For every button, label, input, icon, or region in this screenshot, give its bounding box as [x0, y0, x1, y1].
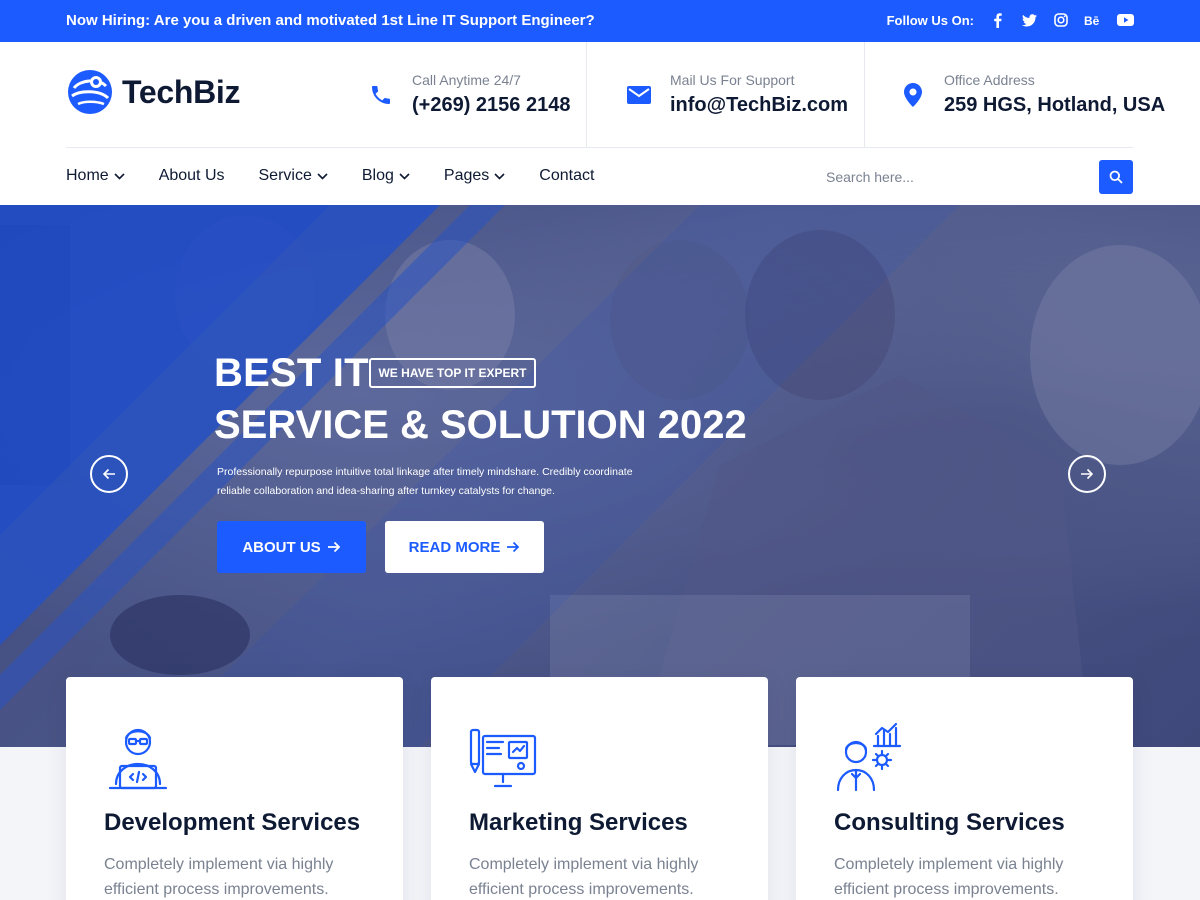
service-card-development[interactable]: Development Services Completely implemen…	[66, 677, 403, 900]
service-card-marketing[interactable]: Marketing Services Completely implement …	[431, 677, 768, 900]
behance-icon[interactable]: Bē	[1084, 11, 1102, 29]
search-button[interactable]	[1099, 160, 1133, 194]
button-label: ABOUT US	[242, 538, 321, 556]
phone-icon	[366, 80, 396, 110]
hiring-lead: Now Hiring:	[66, 12, 151, 29]
globe-logo-icon	[68, 70, 112, 114]
contact-phone[interactable]: Call Anytime 24/7 (+269) 2156 2148	[366, 42, 570, 147]
site-header: TechBiz Call Anytime 24/7 (+269) 2156 21…	[0, 42, 1200, 205]
location-icon	[898, 80, 928, 110]
contact-address[interactable]: Office Address 259 HGS, Hotland, USA	[898, 42, 1165, 147]
contact-label: Mail Us For Support	[670, 72, 795, 88]
button-label: READ MORE	[408, 538, 501, 556]
hero-title-line2: SERVICE & SOLUTION 2022	[214, 403, 747, 447]
instagram-icon[interactable]	[1052, 11, 1070, 29]
social-links: Follow Us On: Bē	[887, 11, 1134, 29]
nav-item-about-us[interactable]: About Us	[159, 167, 225, 185]
contact-label: Office Address	[944, 72, 1035, 88]
contact-label: Call Anytime 24/7	[412, 72, 521, 88]
nav-item-blog[interactable]: Blog	[362, 167, 410, 185]
chevron-down-icon	[317, 172, 328, 180]
arrow-left-icon	[102, 468, 115, 480]
service-title: Development Services	[104, 809, 361, 836]
contact-value: (+269) 2156 2148	[412, 94, 571, 116]
arrow-right-icon	[1081, 468, 1094, 480]
search-box	[826, 160, 1133, 194]
hiring-text: Are you a driven and motivated 1st Line …	[153, 12, 595, 29]
slider-next-button[interactable]	[1068, 455, 1106, 493]
header-divider	[66, 147, 1133, 148]
nav-item-pages[interactable]: Pages	[444, 167, 505, 185]
nav-label: Pages	[443, 167, 490, 184]
nav-label: Home	[66, 167, 109, 184]
facebook-icon[interactable]	[988, 11, 1006, 29]
search-input[interactable]	[826, 160, 1086, 194]
chevron-down-icon	[494, 172, 505, 180]
hero-title-line1: BEST IT	[214, 351, 369, 395]
nav-item-home[interactable]: Home	[66, 167, 125, 185]
divider	[864, 42, 865, 147]
nav-label: About Us	[158, 167, 225, 184]
contact-mail[interactable]: Mail Us For Support info@TechBiz.com	[624, 42, 848, 147]
consultant-icon	[836, 722, 902, 792]
nav-item-contact[interactable]: Contact	[539, 167, 594, 185]
mail-icon	[624, 80, 654, 110]
service-text: Completely implement via highly efficien…	[834, 856, 1064, 898]
nav-label: Blog	[361, 167, 394, 184]
logo[interactable]: TechBiz	[66, 68, 241, 116]
service-text: Completely implement via highly efficien…	[104, 856, 334, 898]
contact-value: info@TechBiz.com	[670, 94, 849, 116]
youtube-icon[interactable]	[1116, 11, 1134, 29]
twitter-icon[interactable]	[1020, 11, 1038, 29]
brand-name: TechBiz	[122, 73, 241, 110]
service-title: Marketing Services	[469, 809, 688, 836]
about-us-button[interactable]: ABOUT US	[217, 521, 366, 573]
svg-text:Bē: Bē	[1084, 14, 1100, 26]
divider	[586, 42, 587, 147]
top-bar: Now Hiring: Are you a driven and motivat…	[0, 0, 1200, 42]
nav-label: Service	[258, 167, 312, 184]
hiring-notice[interactable]: Now Hiring: Are you a driven and motivat…	[66, 12, 595, 29]
service-text: Completely implement via highly efficien…	[469, 856, 699, 898]
developer-icon	[108, 728, 168, 790]
chevron-down-icon	[399, 172, 410, 180]
main-nav: Home About Us Service Blog Pages Contact	[66, 160, 628, 192]
arrow-right-icon	[327, 541, 340, 553]
contact-value: 259 HGS, Hotland, USA	[944, 94, 1166, 116]
slider-prev-button[interactable]	[90, 455, 128, 493]
nav-item-service[interactable]: Service	[259, 167, 328, 185]
marketing-board-icon	[469, 728, 537, 788]
service-card-consulting[interactable]: Consulting Services Completely implement…	[796, 677, 1133, 900]
hero-badge: WE HAVE TOP IT EXPERT	[369, 358, 536, 388]
arrow-right-icon	[507, 541, 520, 553]
chevron-down-icon	[114, 172, 125, 180]
nav-label: Contact	[539, 167, 595, 184]
hero-slider: BEST IT WE HAVE TOP IT EXPERT SERVICE & …	[0, 205, 1200, 747]
hero-description: Professionally repurpose intuitive total…	[217, 466, 633, 497]
service-title: Consulting Services	[834, 809, 1065, 836]
read-more-button[interactable]: READ MORE	[385, 521, 544, 573]
follow-label: Follow Us On:	[886, 12, 974, 28]
search-icon	[1109, 170, 1123, 184]
